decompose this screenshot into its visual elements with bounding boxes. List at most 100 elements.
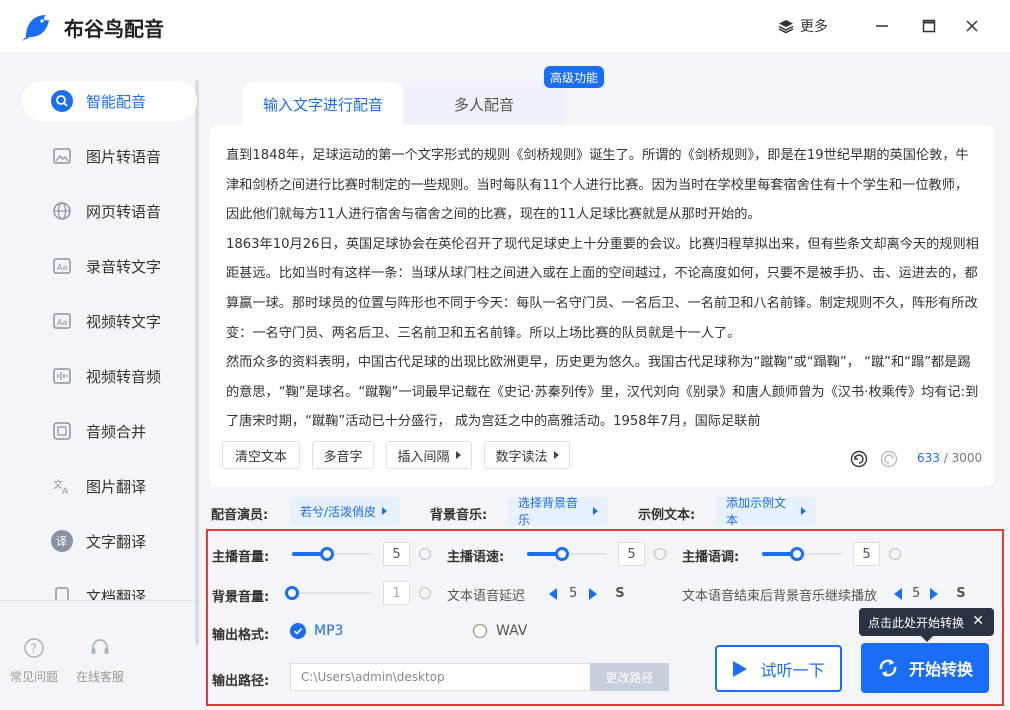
- host-pitch-slider[interactable]: [762, 547, 842, 561]
- merge-icon: [50, 419, 74, 443]
- format-wav-label: WAV: [496, 623, 528, 639]
- sidebar-item-label: 音频合并: [86, 422, 147, 441]
- bgm-select[interactable]: 选择背景音乐: [508, 496, 608, 527]
- delay-label: 文本语音延迟: [447, 589, 526, 604]
- svg-text:A: A: [62, 487, 69, 496]
- slider-knob[interactable]: [320, 547, 334, 561]
- minimize-icon: [876, 25, 888, 27]
- character-count: 633: [917, 451, 940, 465]
- more-button[interactable]: 更多: [778, 16, 828, 36]
- svg-text:?: ?: [31, 642, 37, 656]
- reset-icon[interactable]: [418, 586, 432, 600]
- sidebar-item-audio-merge[interactable]: 音频合并: [22, 411, 197, 451]
- start-convert-button[interactable]: 开始转换: [861, 643, 989, 693]
- number-reading-button[interactable]: 数字读法: [484, 441, 570, 469]
- minimize-button[interactable]: [870, 14, 894, 38]
- caret-right-icon: [382, 507, 388, 515]
- format-mp3-label: MP3: [314, 623, 344, 639]
- close-window-button[interactable]: [960, 14, 984, 38]
- sidebar-item-text-translate[interactable]: 译 文字翻译: [22, 521, 197, 561]
- redo-icon[interactable]: [880, 450, 898, 468]
- image-icon: [50, 144, 74, 168]
- sidebar-item-image-to-speech[interactable]: 图片转语音: [22, 136, 197, 176]
- reset-icon[interactable]: [653, 547, 667, 561]
- host-volume-value[interactable]: 5: [383, 542, 410, 566]
- advanced-feature-badge: 高级功能: [544, 66, 604, 88]
- slider-knob[interactable]: [555, 547, 569, 561]
- voice-actor-select[interactable]: 若兮/活泼俏皮: [290, 497, 400, 525]
- slider-knob[interactable]: [285, 586, 299, 600]
- sidebar-item-document-translate[interactable]: 文档翻译: [22, 576, 197, 600]
- sidebar-item-image-translate[interactable]: 文A 图片翻译: [22, 466, 197, 506]
- online-service-button[interactable]: 在线客服: [70, 637, 130, 685]
- bg-volume-slider[interactable]: [285, 586, 372, 600]
- close-icon: [966, 20, 978, 32]
- sidebar-scrollbar[interactable]: [195, 80, 199, 645]
- sidebar-item-label: 智能配音: [86, 92, 147, 111]
- insert-pause-button[interactable]: 插入间隔: [386, 441, 472, 469]
- radio-checked-icon: [290, 623, 306, 639]
- output-path-label: 输出路径:: [212, 674, 270, 689]
- sidebar-item-web-to-speech[interactable]: 网页转语音: [22, 191, 197, 231]
- faq-button[interactable]: ? 常见问题: [4, 637, 64, 685]
- app-title: 布谷鸟配音: [64, 17, 164, 41]
- reset-icon[interactable]: [418, 547, 432, 561]
- clear-text-button[interactable]: 清空文本: [222, 441, 300, 469]
- host-volume-slider[interactable]: [292, 547, 372, 561]
- bgm-value: 选择背景音乐: [518, 496, 579, 527]
- undo-icon[interactable]: [850, 450, 868, 468]
- host-speed-label: 主播语速:: [447, 550, 505, 565]
- slider-knob[interactable]: [790, 547, 804, 561]
- text-paragraph: 1863年10月26日，英国足球协会在英伦召开了现代足球史上十分重要的会议。比赛…: [226, 236, 979, 341]
- delay-unit: S: [615, 586, 625, 601]
- increase-icon[interactable]: [930, 587, 939, 600]
- sidebar-divider: [0, 600, 200, 601]
- host-volume-label: 主播音量:: [212, 550, 270, 565]
- polyphone-label: 多音字: [323, 449, 363, 465]
- voice-actor-value: 若兮/活泼俏皮: [300, 504, 377, 519]
- sidebar-item-recording-to-text[interactable]: Aa 录音转文字: [22, 246, 197, 286]
- continue-bgm-label: 文本语音结束后背景音乐继续播放: [682, 589, 878, 604]
- radio-unchecked-icon: [472, 623, 488, 639]
- caret-right-icon: [553, 451, 559, 459]
- sidebar-item-video-to-audio[interactable]: 视频转音频: [22, 356, 197, 396]
- change-path-button[interactable]: 更改路径: [590, 663, 669, 691]
- host-speed-value[interactable]: 5: [618, 542, 645, 566]
- output-path-input[interactable]: C:\Users\admin\desktop: [290, 663, 590, 691]
- decrease-icon[interactable]: [894, 587, 902, 600]
- sample-text-select[interactable]: 添加示例文本: [716, 496, 816, 527]
- sidebar-item-video-to-text[interactable]: Aa 视频转文字: [22, 301, 197, 341]
- text-aa-icon: Aa: [50, 254, 74, 278]
- delay-stepper[interactable]: 5 S: [549, 586, 625, 601]
- title-bar: 布谷鸟配音 更多: [0, 0, 1010, 52]
- mic-icon: [50, 89, 74, 113]
- preview-listen-button[interactable]: 试听一下: [715, 645, 842, 692]
- continue-bgm-stepper[interactable]: 5 S: [894, 586, 966, 601]
- layers-icon: [778, 20, 794, 34]
- close-tooltip-icon[interactable]: ✕: [972, 613, 984, 629]
- sample-text-value: 添加示例文本: [726, 496, 787, 527]
- maximize-button[interactable]: [917, 14, 941, 38]
- polyphone-button[interactable]: 多音字: [312, 441, 374, 469]
- tab-multi-voice[interactable]: 多人配音: [403, 82, 565, 126]
- decrease-icon[interactable]: [549, 587, 557, 600]
- text-input-area[interactable]: 直到1848年，足球运动的第一个文字形式的规则《剑桥规则》诞生了。所谓的《剑桥规…: [226, 141, 980, 433]
- svg-text:译: 译: [56, 535, 67, 548]
- continue-bgm-value: 5: [912, 586, 921, 601]
- reset-icon[interactable]: [888, 547, 902, 561]
- tab-text-dubbing[interactable]: 输入文字进行配音: [243, 82, 403, 126]
- bg-volume-value[interactable]: 1: [383, 581, 410, 605]
- sidebar-item-smart-dubbing[interactable]: 智能配音: [22, 81, 197, 121]
- delay-value: 5: [569, 586, 578, 601]
- format-wav-radio[interactable]: WAV: [472, 623, 527, 639]
- host-speed-slider[interactable]: [527, 547, 607, 561]
- increase-icon[interactable]: [589, 587, 598, 600]
- maximize-icon: [922, 19, 936, 33]
- tooltip-text: 点击此处开始转换: [868, 615, 965, 630]
- sidebar-item-label: 文档翻译: [86, 587, 147, 601]
- host-pitch-value[interactable]: 5: [853, 542, 880, 566]
- continue-bgm-unit: S: [956, 586, 966, 601]
- format-mp3-radio[interactable]: MP3: [290, 623, 343, 639]
- start-convert-tooltip: 点击此处开始转换 ✕: [859, 608, 994, 642]
- document-icon: [50, 584, 74, 600]
